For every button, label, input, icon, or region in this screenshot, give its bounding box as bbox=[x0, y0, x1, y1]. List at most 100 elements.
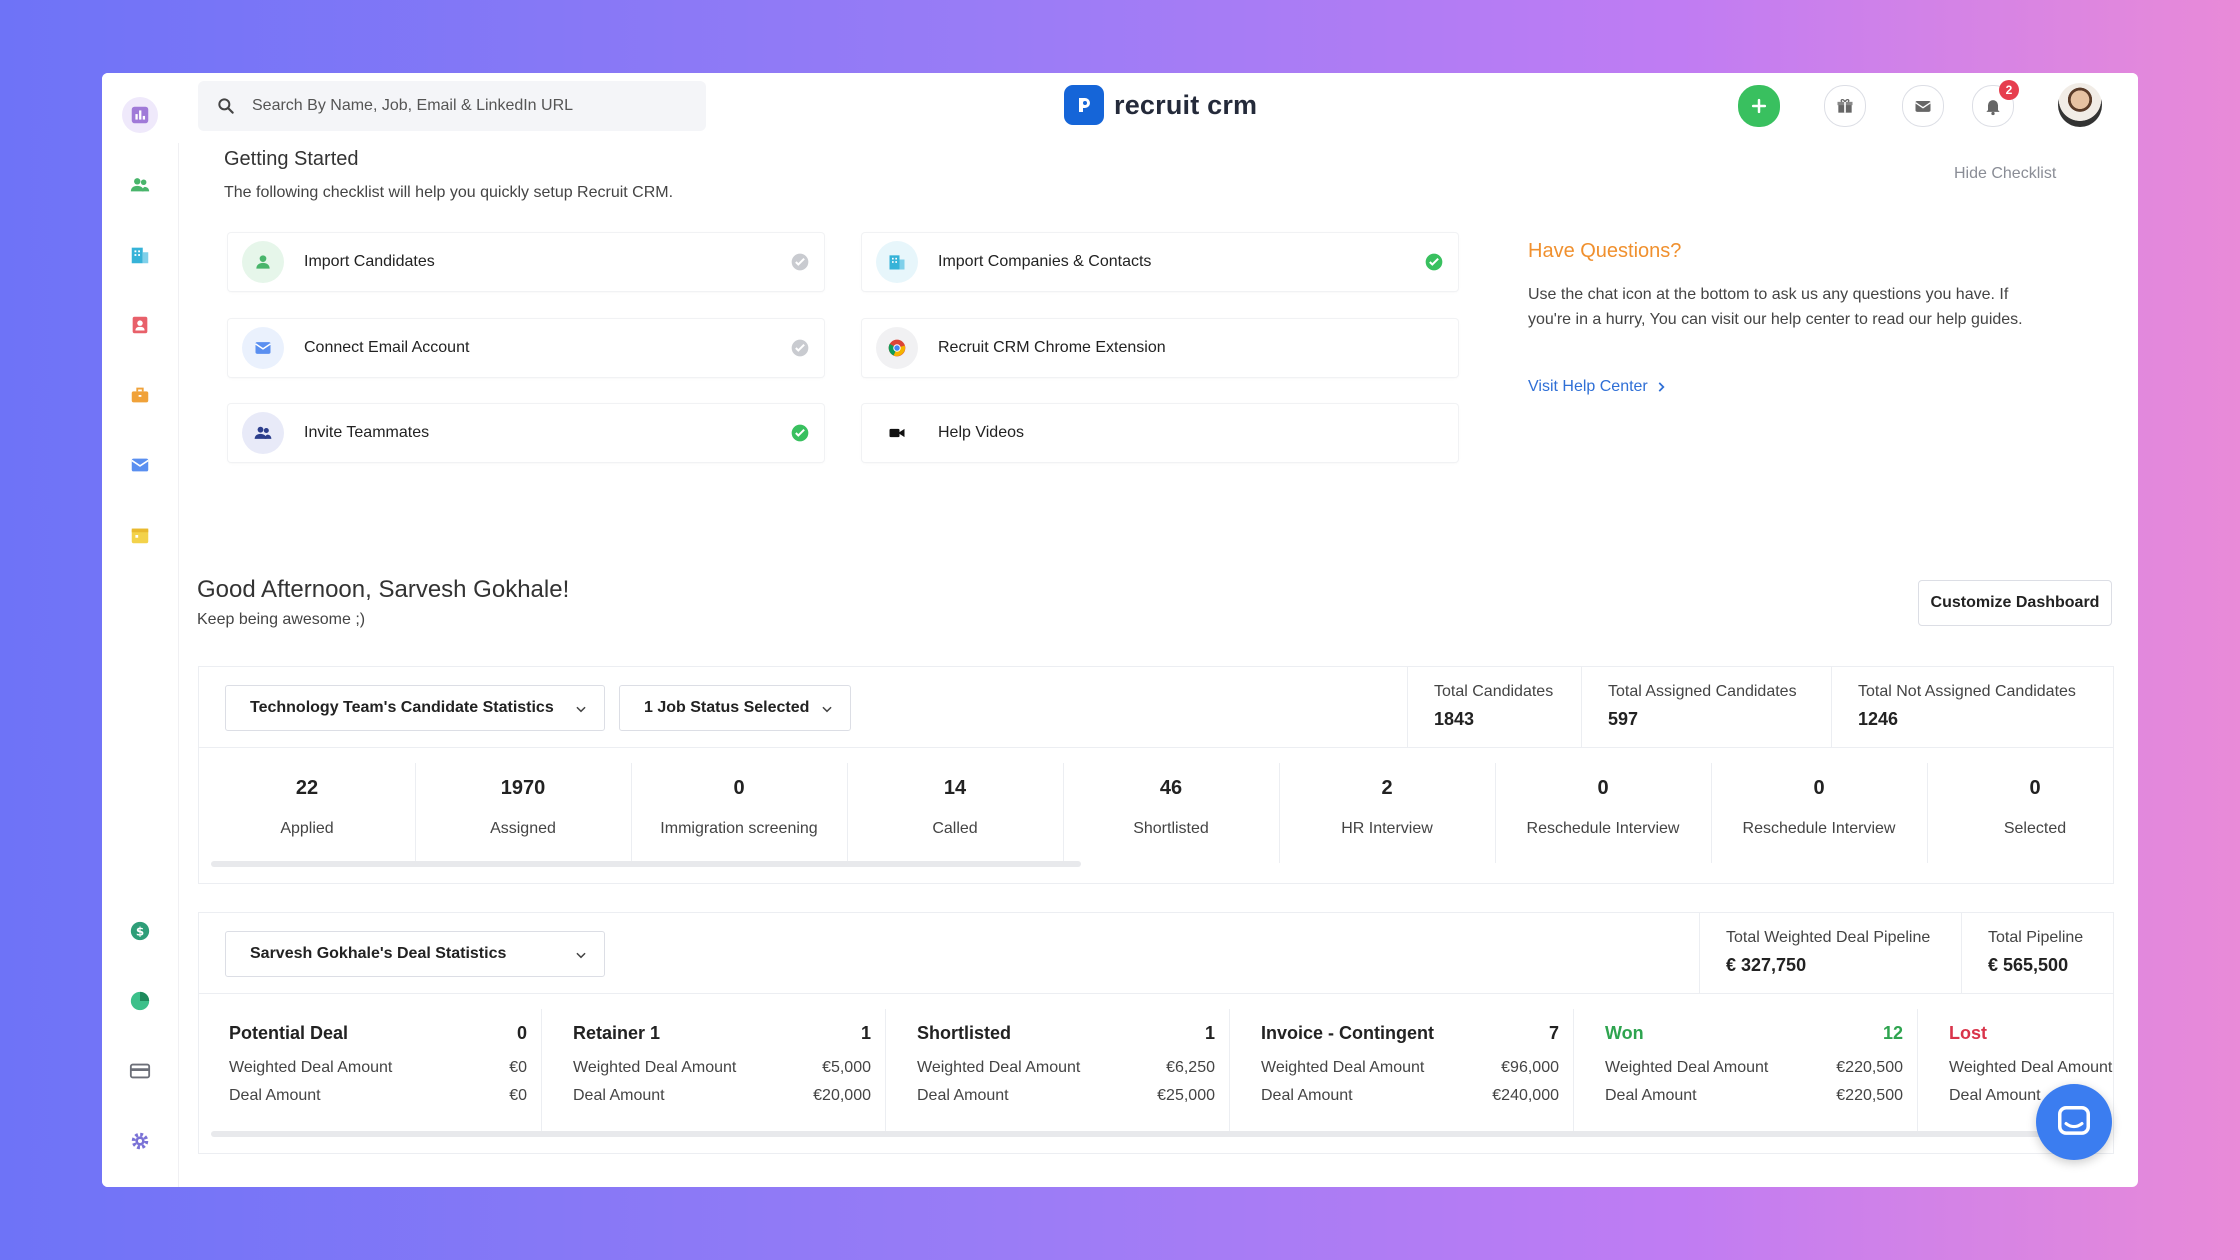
reports-icon[interactable] bbox=[122, 983, 158, 1019]
check-pending-icon bbox=[791, 253, 809, 271]
companies-icon[interactable] bbox=[122, 237, 158, 273]
horizontal-scrollbar[interactable] bbox=[211, 1131, 2091, 1137]
search-bar[interactable] bbox=[198, 81, 706, 131]
weighted-amount-label: Weighted Deal Amount bbox=[917, 1059, 1081, 1076]
total-label: Total Weighted Deal Pipeline bbox=[1726, 929, 1931, 946]
greeting-title: Good Afternoon, Sarvesh Gokhale! bbox=[197, 576, 570, 603]
greeting-subtitle: Keep being awesome ;) bbox=[197, 611, 366, 628]
pipeline-stage[interactable]: 0 Selected bbox=[1927, 763, 2143, 863]
search-input[interactable] bbox=[250, 96, 694, 116]
deal-stage-name: Retainer 1 bbox=[573, 1023, 661, 1043]
pipeline-stage[interactable]: 0 Reschedule Interview bbox=[1711, 763, 1928, 863]
checklist-item[interactable]: Connect Email Account bbox=[228, 319, 824, 377]
total-value: 1246 bbox=[1858, 709, 1899, 729]
deal-amount-label: Deal Amount bbox=[573, 1087, 665, 1104]
stage-count: 22 bbox=[295, 777, 319, 799]
visit-help-center-link[interactable]: Visit Help Center bbox=[1528, 378, 1668, 396]
candidates-icon[interactable] bbox=[122, 167, 158, 203]
search-icon bbox=[218, 98, 234, 114]
checklist-item[interactable]: Invite Teammates bbox=[228, 404, 824, 462]
team-stats-select[interactable]: Technology Team's Candidate Statistics bbox=[225, 685, 605, 731]
checklist-label: Connect Email Account bbox=[304, 339, 470, 356]
job-status-select-value: 1 Job Status Selected bbox=[644, 699, 810, 716]
notifications-button[interactable]: 2 bbox=[1972, 80, 2019, 127]
getting-started-title: Getting Started bbox=[224, 148, 359, 170]
stage-label: Immigration screening bbox=[660, 820, 818, 837]
pipeline-stage[interactable]: 2 HR Interview bbox=[1279, 763, 1496, 863]
customize-dashboard-button[interactable]: Customize Dashboard bbox=[1918, 580, 2112, 626]
calendar-icon[interactable] bbox=[122, 517, 158, 553]
getting-started-subtitle: The following checklist will help you qu… bbox=[224, 184, 674, 201]
chevron-down-icon bbox=[576, 952, 586, 959]
email-icon[interactable] bbox=[122, 447, 158, 483]
weighted-amount-value: €6,250 bbox=[1166, 1059, 1215, 1076]
have-questions-text: Use the chat icon at the bottom to ask u… bbox=[1528, 286, 2023, 328]
jobs-icon[interactable] bbox=[122, 377, 158, 413]
chat-button[interactable] bbox=[2036, 1084, 2112, 1160]
dashboard-icon[interactable] bbox=[122, 97, 158, 133]
checklist-item[interactable]: Help Videos bbox=[862, 404, 1458, 462]
hide-checklist-button[interactable]: Hide Checklist bbox=[1954, 165, 2056, 183]
checklist-label: Recruit CRM Chrome Extension bbox=[938, 339, 1166, 356]
team-stats-select-value: Technology Team's Candidate Statistics bbox=[250, 699, 554, 716]
deal-stats-select-value: Sarvesh Gokhale's Deal Statistics bbox=[250, 945, 507, 962]
stage-label: Called bbox=[932, 820, 978, 837]
deal-amount-value: €0 bbox=[509, 1087, 527, 1104]
weighted-amount-label: Weighted Deal Amount bbox=[1261, 1059, 1425, 1076]
total-candidates: Total Candidates 1843 bbox=[1407, 667, 1582, 747]
deal-amount-label: Deal Amount bbox=[1261, 1087, 1353, 1104]
chevron-down-icon bbox=[822, 706, 832, 713]
checklist-label: Import Candidates bbox=[304, 253, 435, 270]
deal-stage[interactable]: Potential Deal 0 Weighted Deal Amount €0… bbox=[199, 1009, 542, 1131]
horizontal-scrollbar[interactable] bbox=[211, 861, 1081, 867]
deal-stage-name: Invoice - Contingent bbox=[1261, 1023, 1434, 1043]
checklist-item[interactable]: Recruit CRM Chrome Extension bbox=[862, 319, 1458, 377]
pipeline-stage[interactable]: 0 Reschedule Interview bbox=[1495, 763, 1712, 863]
deal-stage-count: 12 bbox=[1882, 1023, 1903, 1043]
total-value: € 327,750 bbox=[1726, 955, 1807, 975]
deal-stats-select[interactable]: Sarvesh Gokhale's Deal Statistics bbox=[225, 931, 605, 977]
card-icon[interactable] bbox=[122, 1053, 158, 1089]
video-icon bbox=[876, 412, 918, 454]
mail-button[interactable] bbox=[1902, 85, 1944, 127]
checklist-item[interactable]: Import Candidates bbox=[228, 233, 824, 291]
top-bar: recruit crm 2 bbox=[178, 73, 2138, 143]
envelope-icon bbox=[242, 327, 284, 369]
deal-stage[interactable]: Shortlisted 1 Weighted Deal Amount €6,25… bbox=[887, 1009, 1230, 1131]
pipeline-stage[interactable]: 46 Shortlisted bbox=[1063, 763, 1280, 863]
stage-label: Selected bbox=[2003, 820, 2067, 837]
weighted-amount-value: €96,000 bbox=[1501, 1059, 1559, 1076]
billing-icon[interactable]: $ bbox=[122, 913, 158, 949]
brand-name: recruit crm bbox=[1114, 89, 1258, 120]
brand-logo[interactable]: recruit crm bbox=[1064, 85, 1257, 125]
add-button[interactable] bbox=[1738, 85, 1780, 127]
stage-count: 46 bbox=[1159, 777, 1183, 799]
avatar[interactable] bbox=[2058, 83, 2102, 127]
building-icon bbox=[876, 241, 918, 283]
deal-stage[interactable]: Retainer 1 1 Weighted Deal Amount €5,000… bbox=[543, 1009, 886, 1131]
pipeline-stage[interactable]: 1970 Assigned bbox=[415, 763, 632, 863]
pipeline-stage[interactable]: 0 Immigration screening bbox=[631, 763, 848, 863]
deal-stage[interactable]: Invoice - Contingent 7 Weighted Deal Amo… bbox=[1231, 1009, 1574, 1131]
deal-stage[interactable]: Won 12 Weighted Deal Amount €220,500 Dea… bbox=[1575, 1009, 1918, 1131]
team-icon bbox=[242, 412, 284, 454]
gift-button[interactable] bbox=[1824, 85, 1866, 127]
deal-amount-value: €220,500 bbox=[1836, 1087, 1903, 1104]
job-status-select[interactable]: 1 Job Status Selected bbox=[619, 685, 851, 731]
stage-count: 14 bbox=[943, 777, 967, 799]
checklist-label: Import Companies & Contacts bbox=[938, 253, 1152, 270]
divider bbox=[199, 747, 2113, 748]
weighted-amount-label: Weighted Deal Amount bbox=[573, 1059, 737, 1076]
pipeline-stage[interactable]: 14 Called bbox=[847, 763, 1064, 863]
contacts-icon[interactable] bbox=[122, 307, 158, 343]
checklist-item[interactable]: Import Companies & Contacts bbox=[862, 233, 1458, 291]
total-assigned-candidates: Total Assigned Candidates 597 bbox=[1581, 667, 1832, 747]
weighted-amount-value: €0 bbox=[509, 1059, 527, 1076]
settings-icon[interactable] bbox=[122, 1123, 158, 1159]
deal-amount-label: Deal Amount bbox=[229, 1087, 321, 1104]
stage-count: 0 bbox=[2029, 777, 2041, 799]
pipeline-stage[interactable]: 22 Applied bbox=[199, 763, 416, 863]
weighted-amount-label: Weighted Deal Amount bbox=[1605, 1059, 1769, 1076]
weighted-amount-value: €220,500 bbox=[1836, 1059, 1903, 1076]
plus-icon bbox=[1751, 98, 1767, 114]
